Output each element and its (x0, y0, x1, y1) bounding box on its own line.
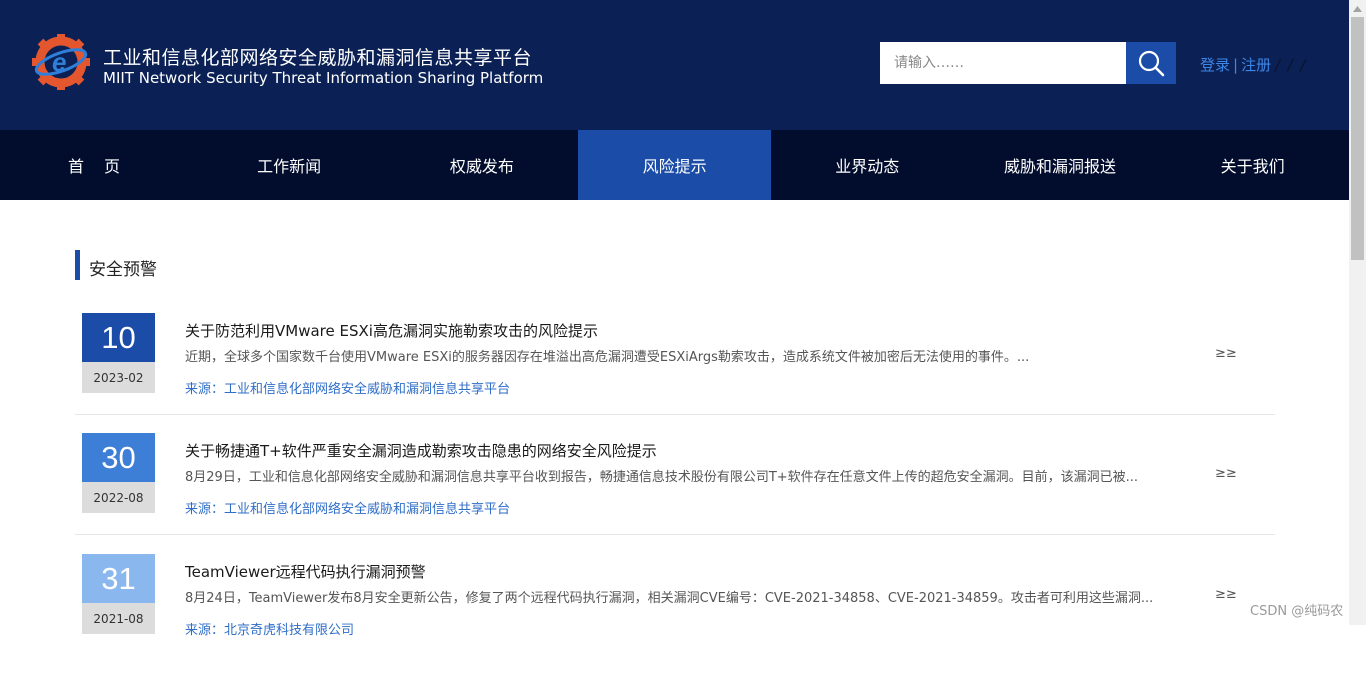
login-link[interactable]: 登录 (1200, 54, 1230, 75)
news-item: 10 2023-02 关于防范利用VMware ESXi高危漏洞实施勒索攻击的风… (75, 313, 1275, 433)
date-badge: 30 2022-08 (82, 433, 155, 513)
date-day: 31 (82, 554, 155, 603)
date-year-month: 2021-08 (82, 603, 155, 634)
search-button[interactable] (1126, 42, 1176, 84)
news-source: 来源：工业和信息化部网络安全威胁和漏洞信息共享平台 (185, 502, 511, 517)
search-icon (1138, 50, 1165, 77)
divider (75, 534, 1275, 535)
news-item: 30 2022-08 关于畅捷通T+软件严重安全漏洞造成勒索攻击隐患的网络安全风… (75, 433, 1275, 553)
nav-item-risk-alert[interactable]: 风险提示 (578, 130, 771, 200)
date-badge: 10 2023-02 (82, 313, 155, 393)
news-more-link[interactable]: ≥≥ (1215, 466, 1237, 481)
nav-item-industry-news[interactable]: 业界动态 (771, 130, 964, 200)
date-year-month: 2023-02 (82, 362, 155, 393)
site-header: e 工业和信息化部网络安全威胁和漏洞信息共享平台 MIIT Network Se… (0, 0, 1349, 130)
news-more-link[interactable]: ≥≥ (1215, 346, 1237, 361)
news-source: 来源：北京奇虎科技有限公司 (185, 623, 355, 638)
register-link[interactable]: 注册 (1241, 54, 1271, 75)
nav-item-about-us[interactable]: 关于我们 (1156, 130, 1349, 200)
nav-item-home[interactable]: 首页 (0, 130, 193, 200)
auth-links: 登录 | 注册 / / / (1200, 54, 1307, 75)
auth-separator: | (1233, 55, 1239, 74)
news-title-link[interactable]: 关于畅捷通T+软件严重安全漏洞造成勒索攻击隐患的网络安全风险提示 (185, 440, 657, 461)
news-summary: 近期，全球多个国家数千台使用VMware ESXi的服务器因存在堆溢出高危漏洞遭… (185, 350, 1030, 365)
nav-item-work-news[interactable]: 工作新闻 (193, 130, 386, 200)
vertical-scrollbar[interactable] (1349, 0, 1366, 625)
news-summary: 8月29日，工业和信息化部网络安全威胁和漏洞信息共享平台收到报告，畅捷通信息技术… (185, 470, 1139, 485)
logo-gear-e-icon[interactable]: e (30, 34, 92, 90)
divider (75, 414, 1275, 415)
main-nav: 首页 工作新闻 权威发布 风险提示 业界动态 威胁和漏洞报送 关于我们 (0, 130, 1349, 200)
section-title: 安全预警 (89, 260, 157, 280)
news-title-link[interactable]: 关于防范利用VMware ESXi高危漏洞实施勒索攻击的风险提示 (185, 320, 598, 341)
news-title-link[interactable]: TeamViewer远程代码执行漏洞预警 (185, 561, 426, 582)
section-accent-bar (75, 250, 80, 280)
date-day: 30 (82, 433, 155, 482)
news-summary: 8月24日，TeamViewer发布8月安全更新公告，修复了两个远程代码执行漏洞… (185, 591, 1154, 606)
nav-item-threat-report[interactable]: 威胁和漏洞报送 (964, 130, 1157, 200)
site-title-en: MIIT Network Security Threat Information… (103, 69, 544, 87)
svg-text:e: e (52, 47, 66, 77)
nav-item-authoritative-release[interactable]: 权威发布 (386, 130, 579, 200)
news-more-link[interactable]: ≥≥ (1215, 587, 1237, 602)
decorative-slashes: / / / (1275, 55, 1307, 74)
search-input[interactable] (880, 42, 1126, 84)
news-item: 31 2021-08 TeamViewer远程代码执行漏洞预警 8月24日，Te… (75, 554, 1275, 674)
news-source: 来源：工业和信息化部网络安全威胁和漏洞信息共享平台 (185, 382, 511, 397)
date-badge: 31 2021-08 (82, 554, 155, 634)
scrollbar-thumb[interactable] (1351, 17, 1364, 260)
csdn-watermark: CSDN @纯码农 (1250, 604, 1344, 619)
date-year-month: 2022-08 (82, 482, 155, 513)
site-title-cn: 工业和信息化部网络安全威胁和漏洞信息共享平台 (103, 47, 533, 69)
date-day: 10 (82, 313, 155, 362)
scroll-up-arrow-icon[interactable] (1349, 0, 1366, 17)
